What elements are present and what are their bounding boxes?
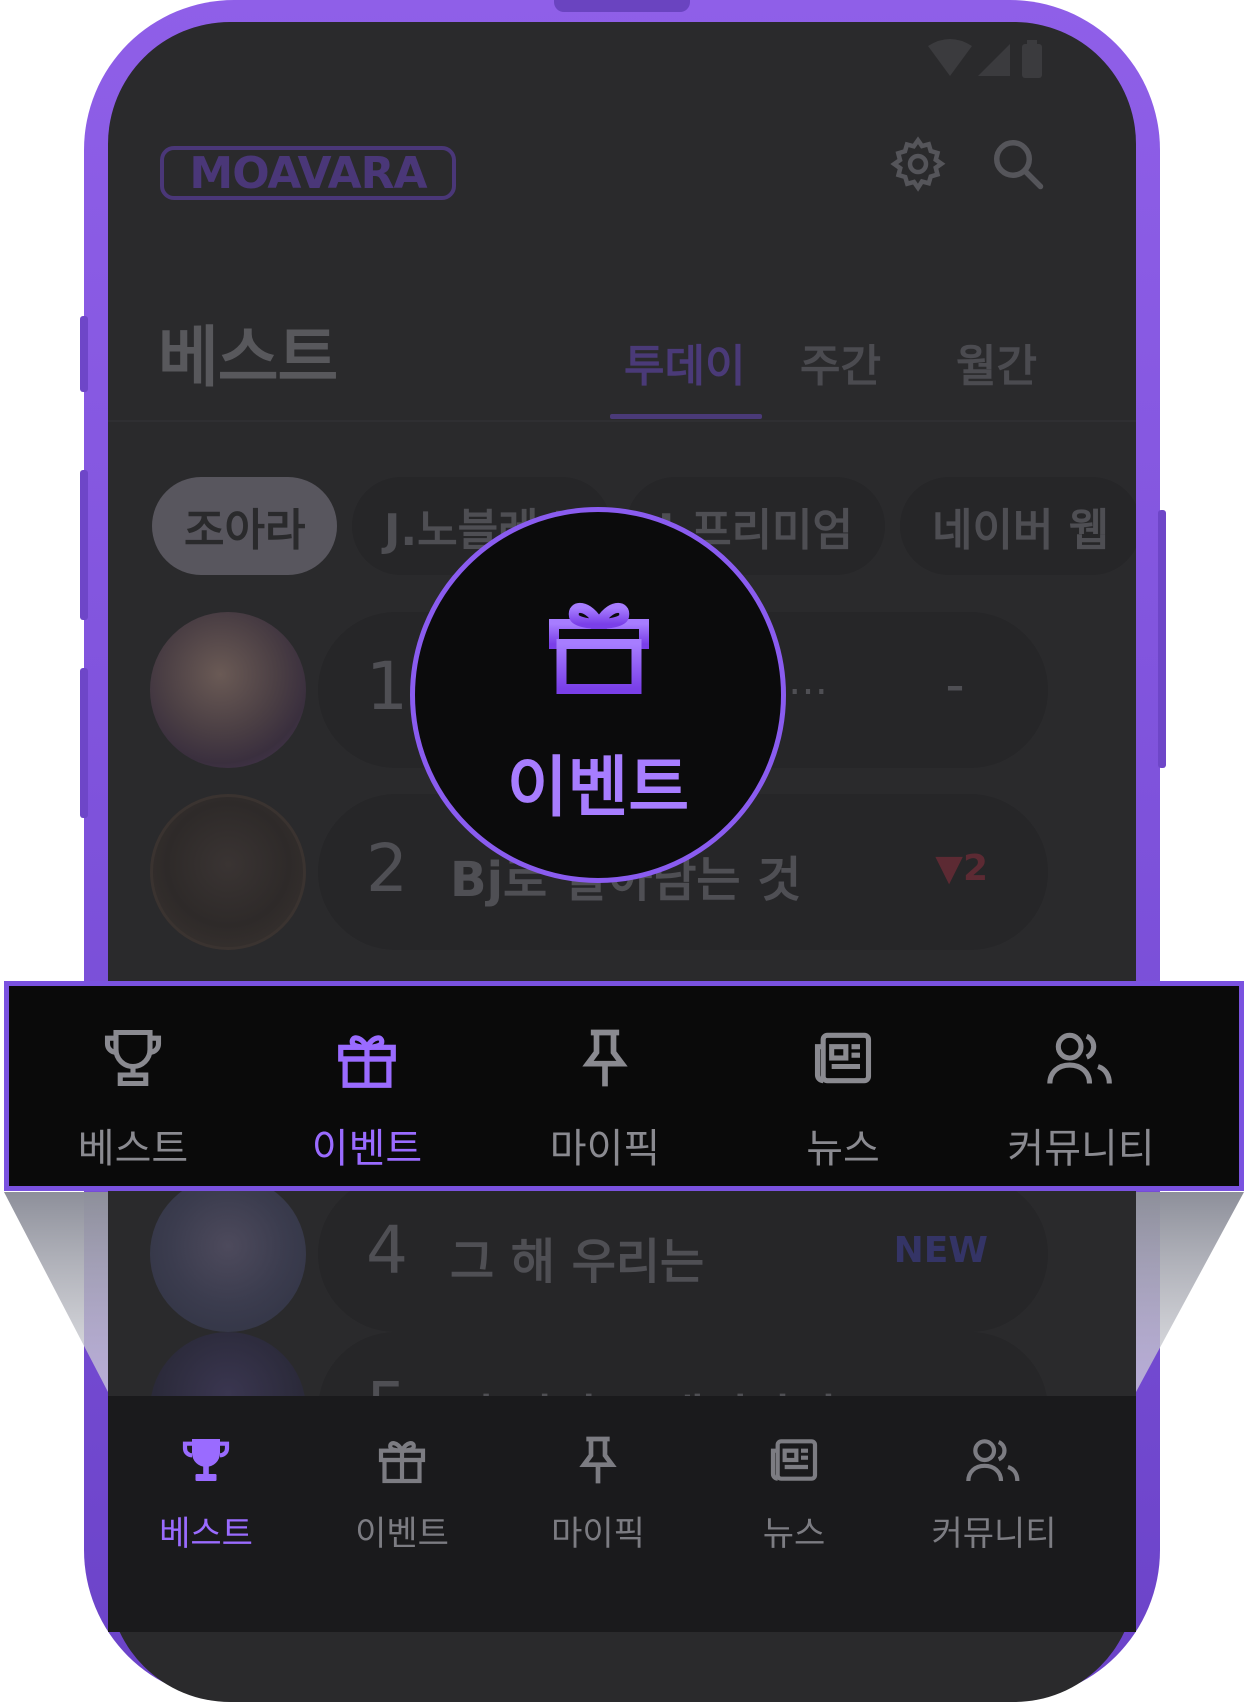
zoom-nav-item-event[interactable]: 이벤트	[243, 986, 491, 1186]
zoom-nav-item-best[interactable]: 베스트	[9, 986, 257, 1186]
gift-icon	[549, 603, 649, 694]
users-icon	[1047, 1032, 1112, 1084]
side-button-left-3	[80, 668, 88, 818]
users-icon	[966, 1439, 1020, 1482]
nav-item-community[interactable]: 커뮤니티	[896, 1396, 1092, 1632]
phone-speaker	[554, 0, 690, 12]
nav-label: 베스트	[159, 1514, 253, 1554]
nav-item-best[interactable]: 베스트	[108, 1396, 304, 1632]
gift-icon	[378, 1441, 426, 1484]
zoom-projection	[4, 1192, 1244, 1392]
nav-label: 커뮤니티	[931, 1514, 1057, 1554]
trophy-icon	[182, 1439, 230, 1481]
nav-label: 뉴스	[806, 1126, 880, 1172]
trophy-icon	[104, 1029, 162, 1087]
magnifier-label: 이벤트	[506, 749, 690, 826]
nav-label: 커뮤니티	[1007, 1126, 1155, 1172]
side-button-right	[1158, 510, 1166, 768]
nav-label: 이벤트	[311, 1126, 423, 1172]
nav-item-mypick[interactable]: 마이픽	[500, 1396, 696, 1632]
gift-icon	[338, 1035, 396, 1088]
newspaper-icon	[770, 1439, 818, 1481]
newspaper-icon	[814, 1032, 872, 1084]
nav-item-news[interactable]: 뉴스	[696, 1396, 892, 1632]
zoom-nav-item-mypick[interactable]: 마이픽	[481, 986, 729, 1186]
nav-label: 마이픽	[551, 1514, 645, 1554]
side-button-left-1	[80, 316, 88, 392]
nav-label: 마이픽	[549, 1126, 661, 1172]
nav-label: 이벤트	[355, 1514, 449, 1554]
nav-label: 뉴스	[762, 1514, 826, 1554]
zoomed-bottom-navigation: 베스트 이벤트 마이픽 뉴스 커뮤니티	[4, 981, 1244, 1191]
zoom-nav-item-news[interactable]: 뉴스	[719, 986, 967, 1186]
nav-item-event[interactable]: 이벤트	[304, 1396, 500, 1632]
pin-icon	[579, 1436, 617, 1484]
magnified-event-highlight: 이벤트	[410, 507, 786, 883]
pin-icon	[582, 1029, 628, 1087]
zoom-nav-item-community[interactable]: 커뮤니티	[957, 986, 1205, 1186]
nav-label: 베스트	[77, 1126, 189, 1172]
bottom-navigation: 베스트 이벤트 마이픽 뉴스 커뮤니티	[108, 1396, 1136, 1632]
side-button-left-2	[80, 470, 88, 620]
